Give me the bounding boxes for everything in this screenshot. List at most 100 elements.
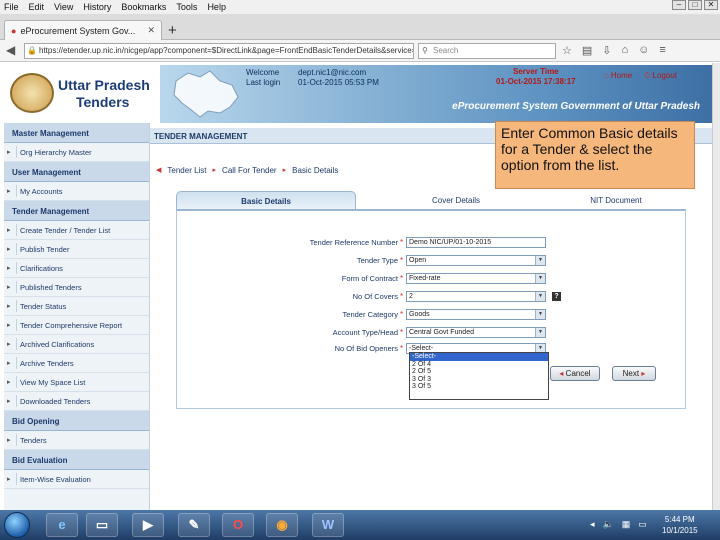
form-row: No Of Covers* 2 ? [250, 290, 561, 302]
menu-history[interactable]: History [83, 2, 111, 12]
tender-type-select[interactable]: Open [406, 254, 546, 266]
home-link[interactable]: ⌂ Home [604, 71, 632, 81]
welcome-value: dept.nic1@nic.com [298, 68, 367, 77]
server-time: Server Time 01-Oct-2015 17:38:17 [496, 67, 576, 87]
clock-date: 10/1/2015 [662, 526, 698, 535]
windows-start-icon[interactable] [4, 512, 30, 538]
firefox-icon[interactable]: ◉ [266, 513, 298, 537]
logout-link[interactable]: ⏻ Logout [644, 71, 677, 81]
url-bar[interactable]: 🔒 https://etender.up.nic.in/nicgep/app?c… [24, 43, 414, 59]
internet-explorer-icon[interactable]: e [46, 513, 78, 537]
menu-view[interactable]: View [54, 2, 73, 12]
network-icon[interactable]: ▦ [622, 519, 631, 530]
sidebar-item-create-tender[interactable]: Create Tender / Tender List [4, 221, 149, 240]
sidebar-item-publish-tender[interactable]: Publish Tender [4, 240, 149, 259]
monitor-icon[interactable]: ▭ [638, 519, 647, 530]
dropdown-option[interactable]: 2 Of 5 [410, 368, 548, 376]
browser-menu-bar: File Edit View History Bookmarks Tools H… [0, 0, 720, 14]
menu-edit[interactable]: Edit [29, 2, 45, 12]
next-arrow-icon: ▸ [641, 369, 646, 378]
breadcrumb-tender-list[interactable]: Tender List [167, 166, 206, 175]
form-row: Account Type/Head * Central Govt Funded [250, 326, 546, 338]
reader-icon[interactable]: ▤ [582, 44, 592, 57]
bid-openers-dropdown: -Select- 2 Of 4 2 Of 5 3 Of 3 3 Of 5 [409, 352, 549, 400]
menu-icon[interactable]: ≡ [659, 44, 665, 57]
page-scrollbar[interactable] [712, 63, 720, 510]
home-link-icon: ⌂ [604, 71, 609, 80]
smiley-icon[interactable]: ☺ [638, 44, 649, 57]
no-of-covers-select[interactable]: 2 [406, 290, 546, 302]
tray-arrow-icon[interactable]: ◂ [590, 519, 595, 530]
next-button[interactable]: Next ▸ [612, 366, 656, 381]
file-explorer-icon[interactable]: ▭ [86, 513, 118, 537]
menu-help[interactable]: Help [207, 2, 226, 12]
sidebar-item-archived-clarifications[interactable]: Archived Clarifications [4, 335, 149, 354]
dropdown-option[interactable]: 3 Of 5 [410, 383, 548, 391]
form-of-contract-select[interactable]: Fixed-rate [406, 272, 546, 284]
word-icon[interactable]: W [312, 513, 344, 537]
home-icon[interactable]: ⌂ [622, 44, 629, 57]
dropdown-option[interactable]: 2 Of 4 [410, 361, 548, 369]
form-row: Tender Type * Open [250, 254, 546, 266]
taskbar: e ▭ ▶ ✎ O ◉ W ◂ 🔈 ▦ ▭ 5:44 PM 10/1/2015 [0, 510, 720, 540]
sidebar-item-my-space[interactable]: View My Space List [4, 373, 149, 392]
sidebar-section-bid-evaluation[interactable]: Bid Evaluation [4, 450, 149, 470]
clock[interactable]: 5:44 PM 10/1/2015 [662, 514, 698, 536]
sidebar-item-comprehensive-report[interactable]: Tender Comprehensive Report [4, 316, 149, 335]
account-type-select[interactable]: Central Govt Funded [406, 326, 546, 338]
breadcrumb: ◀ Tender List ▸ Call For Tender ▸ Basic … [156, 166, 338, 175]
sidebar: Master Management Org Hierarchy Master U… [4, 123, 150, 510]
form-row: Tender Category * Goods [250, 308, 546, 320]
logout-link-label: Logout [652, 71, 677, 80]
bid-openers-label: No Of Bid Openers [334, 343, 398, 353]
help-icon[interactable]: ? [552, 291, 561, 301]
sidebar-item-published-tenders[interactable]: Published Tenders [4, 278, 149, 297]
state-emblem-icon [10, 73, 54, 113]
new-tab-icon[interactable]: + [168, 22, 177, 39]
paint-icon[interactable]: ✎ [178, 513, 210, 537]
sidebar-section-tender[interactable]: Tender Management [4, 201, 149, 221]
tender-category-label: Tender Category [342, 309, 398, 319]
download-icon[interactable]: ⇩ [602, 44, 611, 57]
sidebar-item-my-accounts[interactable]: My Accounts [4, 182, 149, 201]
sidebar-item-clarifications[interactable]: Clarifications [4, 259, 149, 278]
back-icon[interactable]: ◀ [6, 43, 15, 57]
menu-tools[interactable]: Tools [176, 2, 197, 12]
sidebar-section-user[interactable]: User Management [4, 162, 149, 182]
sidebar-item-org-hierarchy[interactable]: Org Hierarchy Master [4, 143, 149, 162]
tender-category-select[interactable]: Goods [406, 308, 546, 320]
breadcrumb-call-for-tender[interactable]: Call For Tender [222, 166, 277, 175]
breadcrumb-basic-details: Basic Details [292, 166, 339, 175]
cancel-button[interactable]: ◂ Cancel [550, 366, 600, 381]
next-button-label: Next [622, 369, 640, 378]
tab-nit-document[interactable]: NIT Document [551, 191, 681, 209]
sidebar-item-downloaded-tenders[interactable]: Downloaded Tenders [4, 392, 149, 411]
tab-basic-details[interactable]: Basic Details [176, 191, 356, 209]
sidebar-section-master[interactable]: Master Management [4, 123, 149, 143]
tender-ref-input[interactable]: Demo NIC/UP/01-10-2015 [406, 236, 546, 248]
sidebar-item-tender-status[interactable]: Tender Status [4, 297, 149, 316]
star-icon[interactable]: ☆ [562, 44, 572, 57]
sidebar-item-tenders[interactable]: Tenders [4, 431, 149, 450]
browser-tab[interactable]: ● eProcurement System Gov... ✕ [4, 20, 162, 40]
tab-cover-details[interactable]: Cover Details [381, 191, 531, 209]
search-input[interactable]: ⚲ Search [418, 43, 556, 59]
maximize-button[interactable]: □ [688, 0, 702, 10]
sidebar-item-archive-tenders[interactable]: Archive Tenders [4, 354, 149, 373]
form-of-contract-label: Form of Contract [341, 273, 398, 283]
sidebar-section-bid-opening[interactable]: Bid Opening [4, 411, 149, 431]
breadcrumb-arrow-icon: ▸ [212, 167, 217, 174]
sidebar-item-item-wise-evaluation[interactable]: Item-Wise Evaluation [4, 470, 149, 489]
speaker-icon[interactable]: 🔈 [603, 519, 614, 530]
site-header: Uttar Pradesh Tenders Welcome dept.nic1@… [0, 63, 712, 123]
menu-bookmarks[interactable]: Bookmarks [121, 2, 166, 12]
close-tab-icon[interactable]: ✕ [147, 25, 155, 36]
minimize-button[interactable]: – [672, 0, 686, 10]
media-player-icon[interactable]: ▶ [132, 513, 164, 537]
header-band: Welcome dept.nic1@nic.com Last login 01-… [160, 65, 712, 123]
opera-icon[interactable]: O [222, 513, 254, 537]
dropdown-option[interactable]: 3 Of 3 [410, 376, 548, 384]
menu-file[interactable]: File [4, 2, 19, 12]
dropdown-option[interactable]: -Select- [410, 353, 548, 361]
close-window-button[interactable]: ✕ [704, 0, 718, 10]
